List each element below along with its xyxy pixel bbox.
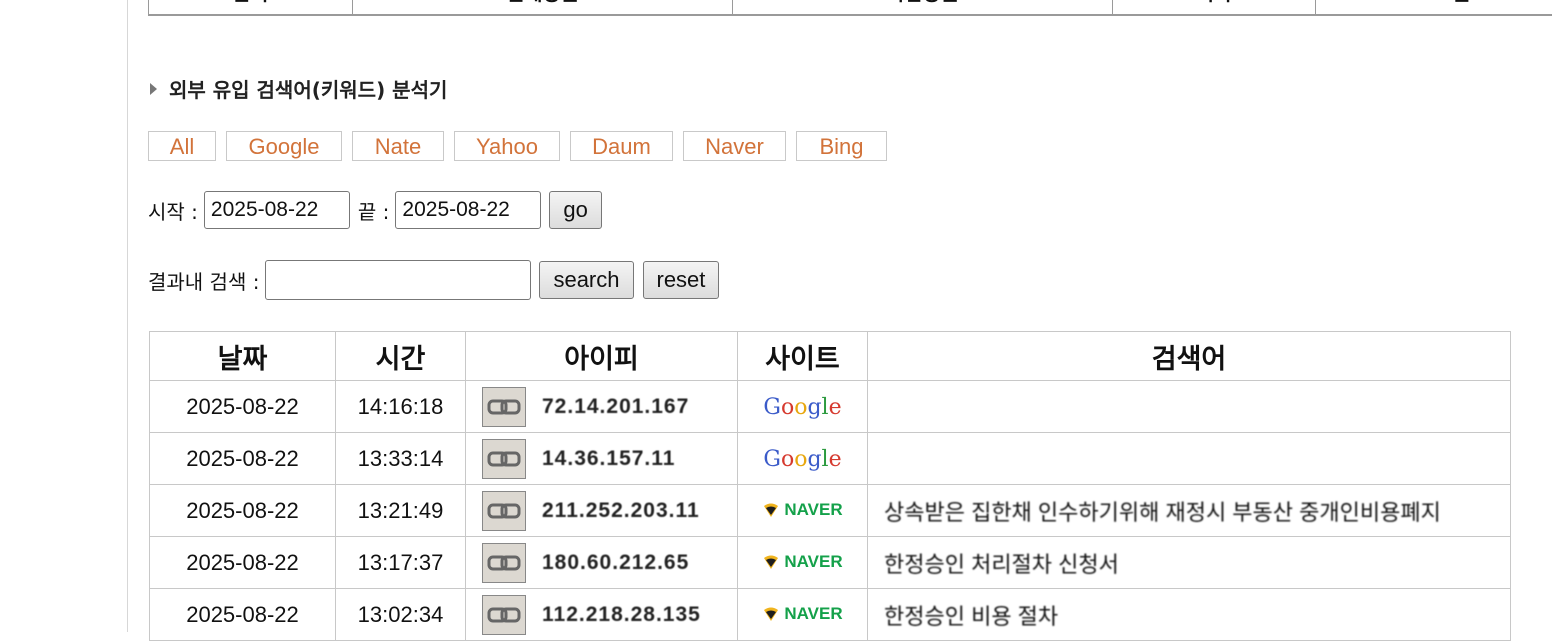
- keyword-log-table: 날짜 시간 아이피 사이트 검색어 2025-08-22 14:16:18 72…: [149, 331, 1511, 641]
- filter-daum[interactable]: Daum: [570, 131, 673, 161]
- cell-date: 2025-08-22: [149, 432, 336, 485]
- chain-link-icon: [487, 503, 521, 518]
- google-logo: Google: [763, 446, 842, 472]
- cell-time: 13:33:14: [335, 432, 466, 485]
- left-divider: [127, 0, 128, 632]
- link-icon[interactable]: [482, 594, 526, 635]
- end-date-input[interactable]: [395, 191, 542, 229]
- chain-link-icon: [487, 451, 521, 466]
- cell-keyword: 상속받은 집한채 인수하기위해 재정시 부동산 중개인비용폐지: [867, 484, 1511, 537]
- chain-link-icon: [487, 555, 521, 570]
- filter-all[interactable]: All: [148, 131, 216, 161]
- col-header-keyword: 검색어: [867, 331, 1511, 381]
- cell-site: Google: [737, 380, 868, 433]
- table-row: 2025-08-22 13:02:34 112.218.28.135 NAVER…: [149, 588, 1511, 641]
- summary-header-last: 오즈맨: [1316, 0, 1552, 14]
- keyword-link[interactable]: 한정승인 비용 절차: [884, 604, 1058, 629]
- ip-address[interactable]: 211.252.203.11: [542, 499, 700, 523]
- summary-header-date: 날짜: [149, 0, 353, 14]
- naver-logo: NAVER: [762, 603, 843, 624]
- naver-text: NAVER: [784, 499, 843, 519]
- table-row: 2025-08-22 13:21:49 211.252.203.11 NAVER…: [149, 484, 1511, 537]
- ip-address[interactable]: 112.218.28.135: [542, 603, 701, 627]
- naver-mark-icon: [764, 503, 779, 517]
- col-header-time: 시간: [335, 331, 466, 381]
- cell-keyword: 한정승인 비용 절차: [867, 588, 1511, 641]
- table-row: 2025-08-22 13:17:37 180.60.212.65 NAVER …: [149, 536, 1511, 589]
- cell-ip: 72.14.201.167: [465, 380, 738, 433]
- filter-nate[interactable]: Nate: [352, 131, 444, 161]
- start-label: 시작 :: [148, 199, 198, 224]
- section-title-text: 외부 유입 검색어(키워드) 분석기: [169, 78, 448, 102]
- cell-keyword: [867, 380, 1511, 433]
- cell-site: NAVER: [737, 536, 868, 589]
- cell-ip: 14.36.157.11: [465, 432, 738, 485]
- keyword-link[interactable]: 한정승인 처리절차 신청서: [884, 552, 1119, 577]
- go-button[interactable]: go: [549, 191, 602, 229]
- google-logo: Google: [763, 394, 842, 420]
- cell-site: NAVER: [737, 588, 868, 641]
- cell-ip: 112.218.28.135: [465, 588, 738, 641]
- summary-header-other: 기타: [1113, 0, 1316, 14]
- summary-table-header: 날짜 전체방문 직접방문 기타 오즈맨: [148, 0, 1552, 16]
- end-label: 끝 :: [357, 199, 390, 224]
- col-header-date: 날짜: [149, 331, 336, 381]
- chain-link-icon: [487, 399, 521, 414]
- link-icon[interactable]: [482, 386, 526, 427]
- cell-date: 2025-08-22: [149, 380, 336, 433]
- result-search-label: 결과내 검색 :: [148, 269, 260, 294]
- result-search-form: 결과내 검색 : search reset: [148, 260, 720, 300]
- table-row: 2025-08-22 13:33:14 14.36.157.11 Google: [149, 432, 1511, 485]
- cell-site: NAVER: [737, 484, 868, 537]
- cell-time: 13:17:37: [335, 536, 466, 589]
- filter-yahoo[interactable]: Yahoo: [454, 131, 560, 161]
- link-icon[interactable]: [482, 490, 526, 531]
- date-range-form: 시작 : 끝 : go: [148, 191, 602, 229]
- cell-site: Google: [737, 432, 868, 485]
- col-header-site: 사이트: [737, 331, 868, 381]
- cell-time: 13:02:34: [335, 588, 466, 641]
- cell-date: 2025-08-22: [149, 588, 336, 641]
- summary-header-total: 전체방문: [353, 0, 733, 14]
- cell-ip: 180.60.212.65: [465, 536, 738, 589]
- chain-link-icon: [487, 607, 521, 622]
- section-title: 외부 유입 검색어(키워드) 분석기: [150, 74, 447, 103]
- ip-address[interactable]: 14.36.157.11: [542, 447, 675, 471]
- naver-text: NAVER: [784, 551, 843, 571]
- cell-keyword: [867, 432, 1511, 485]
- naver-mark-icon: [764, 607, 779, 621]
- cell-ip: 211.252.203.11: [465, 484, 738, 537]
- table-header-row: 날짜 시간 아이피 사이트 검색어: [149, 331, 1511, 381]
- ip-address[interactable]: 72.14.201.167: [542, 395, 689, 419]
- filter-google[interactable]: Google: [226, 131, 342, 161]
- link-icon[interactable]: [482, 438, 526, 479]
- cell-time: 13:21:49: [335, 484, 466, 537]
- link-icon[interactable]: [482, 542, 526, 583]
- cell-keyword: 한정승인 처리절차 신청서: [867, 536, 1511, 589]
- filter-naver[interactable]: Naver: [683, 131, 786, 161]
- table-row: 2025-08-22 14:16:18 72.14.201.167 Google: [149, 380, 1511, 433]
- naver-mark-icon: [764, 555, 779, 569]
- filter-bing[interactable]: Bing: [796, 131, 887, 161]
- naver-logo: NAVER: [762, 551, 843, 572]
- col-header-ip: 아이피: [465, 331, 738, 381]
- result-search-input[interactable]: [265, 260, 532, 300]
- cell-date: 2025-08-22: [149, 536, 336, 589]
- engine-filter-bar: All Google Nate Yahoo Daum Naver Bing: [148, 131, 897, 161]
- search-button[interactable]: search: [539, 261, 634, 299]
- cell-date: 2025-08-22: [149, 484, 336, 537]
- start-date-input[interactable]: [203, 191, 350, 229]
- summary-header-direct: 직접방문: [733, 0, 1113, 14]
- reset-button[interactable]: reset: [642, 261, 720, 299]
- ip-address[interactable]: 180.60.212.65: [542, 551, 689, 575]
- naver-text: NAVER: [784, 603, 843, 623]
- cell-time: 14:16:18: [335, 380, 466, 433]
- triangle-icon: [150, 82, 157, 95]
- keyword-link[interactable]: 상속받은 집한채 인수하기위해 재정시 부동산 중개인비용폐지: [884, 500, 1441, 525]
- naver-logo: NAVER: [762, 499, 843, 520]
